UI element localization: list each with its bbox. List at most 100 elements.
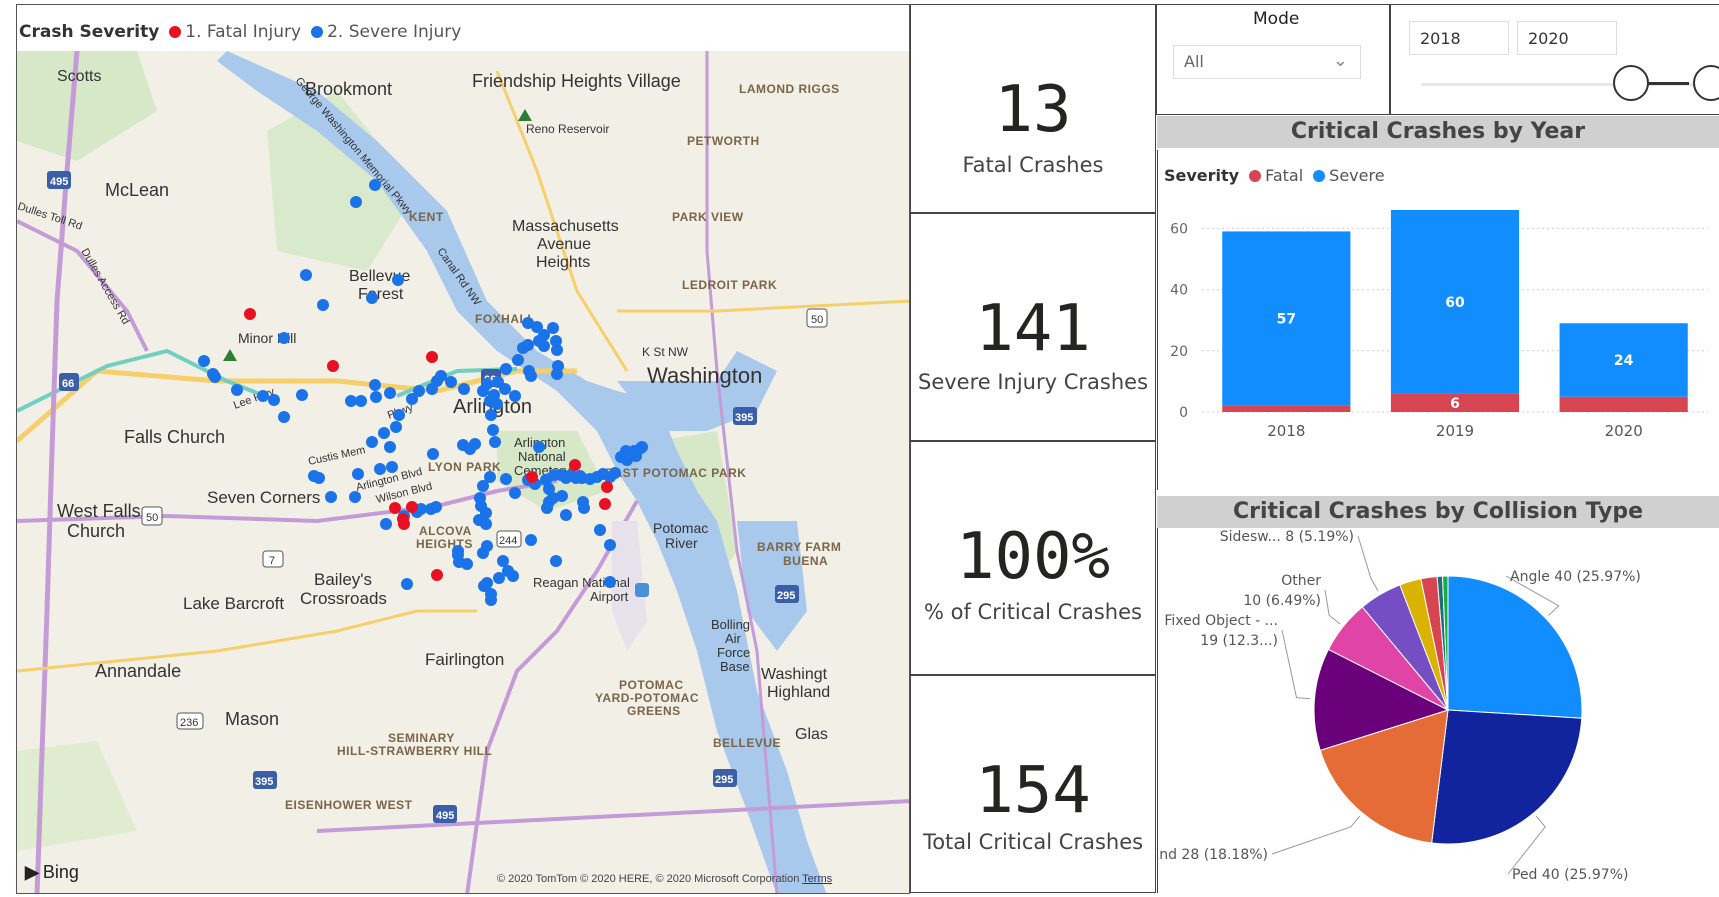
severe-crash-point[interactable] [308, 470, 320, 482]
kpi-total-critical[interactable]: 154 Total Critical Crashes [910, 675, 1156, 893]
severe-crash-point[interactable] [384, 387, 396, 399]
severe-crash-point[interactable] [386, 461, 398, 473]
legend-severe[interactable]: Severe [1313, 166, 1385, 185]
severe-crash-point[interactable] [369, 179, 381, 191]
legend-fatal[interactable]: Fatal [1249, 166, 1303, 185]
severe-crash-point[interactable] [481, 540, 493, 552]
severe-crash-point[interactable] [556, 490, 568, 502]
legend-fatal[interactable]: 1. Fatal Injury [169, 22, 301, 42]
severe-crash-point[interactable] [630, 450, 642, 462]
fatal-crash-point[interactable] [389, 502, 401, 514]
severe-crash-point[interactable] [473, 514, 485, 526]
severe-crash-point[interactable] [485, 594, 497, 606]
severe-crash-point[interactable] [317, 299, 329, 311]
severe-crash-point[interactable] [401, 578, 413, 590]
severe-crash-point[interactable] [551, 368, 563, 380]
severe-crash-point[interactable] [370, 391, 382, 403]
severe-crash-point[interactable] [540, 474, 552, 486]
bar-chart[interactable]: 0 20 40 60 57 2018 60 6 2019 24 2020 [1158, 150, 1719, 490]
severe-crash-point[interactable] [533, 441, 545, 453]
severe-crash-point[interactable] [525, 370, 537, 382]
pie-chart[interactable]: Angle 40 (25.97%) Ped 40 (25.97%) Rear End… [1114, 528, 1719, 893]
severe-crash-point[interactable] [578, 502, 590, 514]
severe-crash-point[interactable] [390, 421, 402, 433]
severe-crash-point[interactable] [445, 376, 457, 388]
severe-crash-point[interactable] [497, 555, 509, 567]
legend-severe[interactable]: 2. Severe Injury [311, 22, 461, 42]
severe-crash-point[interactable] [427, 448, 439, 460]
fatal-crash-point[interactable] [327, 360, 339, 372]
fatal-crash-point[interactable] [569, 459, 581, 471]
severe-crash-point[interactable] [209, 371, 221, 383]
severe-crash-point[interactable] [538, 340, 550, 352]
severe-crash-point[interactable] [369, 379, 381, 391]
year-range-slicer[interactable]: 2018 2020 [1390, 4, 1719, 115]
bar-fatal[interactable] [1222, 405, 1351, 412]
severe-crash-point[interactable] [413, 385, 425, 397]
severe-crash-point[interactable] [489, 436, 501, 448]
severe-crash-point[interactable] [384, 441, 396, 453]
pie-slice[interactable] [1431, 709, 1583, 845]
severe-crash-point[interactable] [374, 463, 386, 475]
severe-crash-point[interactable] [541, 502, 553, 514]
severe-crash-point[interactable] [499, 383, 511, 395]
severe-crash-point[interactable] [474, 492, 486, 504]
year-slider-start-handle[interactable] [1613, 65, 1649, 101]
severe-crash-point[interactable] [485, 409, 497, 421]
severe-crash-point[interactable] [366, 292, 378, 304]
severe-crash-point[interactable] [435, 370, 447, 382]
severe-crash-point[interactable] [380, 518, 392, 530]
bar-fatal[interactable] [1559, 396, 1688, 412]
fatal-crash-point[interactable] [601, 481, 613, 493]
fatal-crash-point[interactable] [526, 471, 538, 483]
severe-crash-point[interactable] [500, 473, 512, 485]
severe-crash-point[interactable] [268, 394, 280, 406]
severe-crash-point[interactable] [493, 572, 505, 584]
severe-crash-point[interactable] [452, 545, 464, 557]
fatal-crash-point[interactable] [406, 501, 418, 513]
terms-link[interactable]: Terms [802, 873, 832, 885]
severe-crash-point[interactable] [604, 539, 616, 551]
fatal-crash-point[interactable] [431, 569, 443, 581]
severe-crash-point[interactable] [594, 524, 606, 536]
severe-crash-point[interactable] [430, 501, 442, 513]
severe-crash-point[interactable] [278, 332, 290, 344]
severe-crash-point[interactable] [457, 439, 469, 451]
year-slider-end-handle[interactable] [1693, 65, 1719, 101]
mode-dropdown[interactable]: All ⌄ [1173, 45, 1361, 79]
kpi-fatal-crashes[interactable]: 13 Fatal Crashes [910, 4, 1156, 213]
severe-crash-point[interactable] [378, 427, 390, 439]
severe-crash-point[interactable] [231, 384, 243, 396]
severe-crash-point[interactable] [560, 509, 572, 521]
severe-crash-point[interactable] [355, 395, 367, 407]
severe-crash-point[interactable] [198, 355, 210, 367]
fatal-crash-point[interactable] [397, 513, 409, 525]
kpi-critical-pct[interactable]: 100% % of Critical Crashes [910, 441, 1156, 675]
severe-crash-point[interactable] [487, 424, 499, 436]
severe-crash-point[interactable] [300, 269, 312, 281]
severe-crash-point[interactable] [484, 395, 496, 407]
severe-crash-point[interactable] [547, 322, 559, 334]
severe-crash-point[interactable] [517, 342, 529, 354]
severe-crash-point[interactable] [525, 534, 537, 546]
pie-chart-panel[interactable]: Angle 40 (25.97%) Ped 40 (25.97%) Rear End… [1114, 528, 1719, 893]
severe-crash-point[interactable] [512, 354, 524, 366]
severe-crash-point[interactable] [509, 390, 521, 402]
severe-crash-point[interactable] [550, 555, 562, 567]
pie-slice[interactable] [1447, 575, 1583, 719]
severe-crash-point[interactable] [349, 491, 361, 503]
bar-chart-panel[interactable]: Severity Fatal Severe 0 20 40 60 57 2018 60 6 20… [1157, 150, 1719, 490]
severe-crash-point[interactable] [325, 491, 337, 503]
severe-crash-point[interactable] [352, 468, 364, 480]
crash-map-panel[interactable]: Crash Severity 1. Fatal Injury 2. Severe… [16, 4, 910, 894]
severe-crash-point[interactable] [604, 576, 616, 588]
year-start-input[interactable]: 2018 [1409, 21, 1509, 55]
severe-crash-point[interactable] [257, 390, 269, 402]
severe-crash-point[interactable] [484, 471, 496, 483]
severe-crash-point[interactable] [296, 389, 308, 401]
map-canvas[interactable]: Scotts Brookmont Friendship Heights Vill… [17, 51, 910, 894]
severe-crash-point[interactable] [509, 487, 521, 499]
fatal-crash-point[interactable] [426, 351, 438, 363]
severe-crash-point[interactable] [615, 451, 627, 463]
severe-crash-point[interactable] [350, 196, 362, 208]
